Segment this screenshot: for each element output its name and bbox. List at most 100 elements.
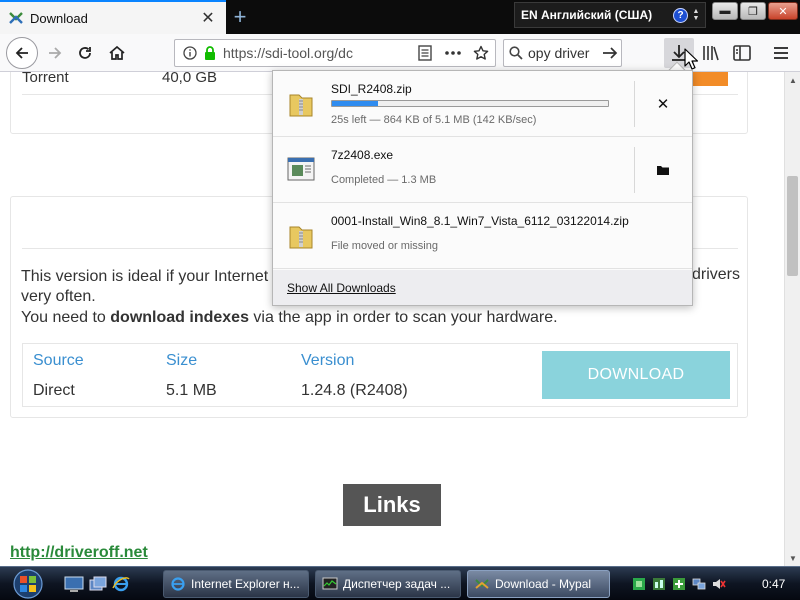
search-icon bbox=[504, 46, 528, 60]
divider bbox=[634, 81, 635, 127]
taskbar: Internet Explorer н... Диспетчер задач .… bbox=[0, 566, 800, 600]
vertical-scrollbar[interactable]: ▲ ▼ bbox=[784, 72, 800, 566]
search-go-icon[interactable] bbox=[599, 46, 621, 60]
tab-close-icon[interactable]: ✕ bbox=[196, 6, 220, 30]
download-progress-bar bbox=[331, 100, 609, 107]
back-button[interactable] bbox=[6, 37, 38, 69]
open-folder-icon[interactable] bbox=[647, 157, 679, 183]
new-tab-button[interactable]: + bbox=[226, 4, 254, 30]
exe-file-icon bbox=[287, 157, 315, 181]
download-filename: 0001-Install_Win8_8.1_Win7_Vista_6112_03… bbox=[331, 214, 629, 228]
library-icon bbox=[703, 46, 719, 61]
taskbar-item-label: Download - Mypal bbox=[495, 577, 592, 591]
driveroff-link[interactable]: http://driveroff.net bbox=[10, 544, 148, 562]
download-progress-fill bbox=[332, 101, 378, 106]
info-icon[interactable] bbox=[179, 46, 201, 60]
download-item[interactable]: SDI_R2408.zip 25s left — 864 KB of 5.1 M… bbox=[273, 71, 692, 137]
downloads-panel: SDI_R2408.zip 25s left — 864 KB of 5.1 M… bbox=[272, 70, 693, 306]
home-icon bbox=[109, 45, 125, 60]
start-orb-icon[interactable] bbox=[8, 568, 48, 600]
column-header-version: Version bbox=[301, 352, 355, 369]
tray-app-icon[interactable] bbox=[632, 577, 646, 591]
library-button[interactable] bbox=[696, 38, 726, 68]
download-status: File moved or missing bbox=[331, 240, 438, 252]
column-header-source: Source bbox=[33, 352, 84, 369]
mouse-cursor-icon bbox=[684, 48, 698, 70]
maximize-button[interactable]: ❐ bbox=[740, 2, 766, 20]
home-button[interactable] bbox=[102, 38, 132, 68]
site-favicon-icon bbox=[9, 12, 23, 24]
links-button[interactable]: Links bbox=[343, 484, 441, 526]
show-desktop-icon[interactable] bbox=[64, 575, 84, 593]
download-indexes-text: download indexes bbox=[110, 309, 249, 326]
tray-app-icon[interactable] bbox=[672, 577, 686, 591]
torrent-size: 40,0 GB bbox=[162, 72, 218, 86]
download-button[interactable]: DOWNLOAD bbox=[542, 351, 730, 399]
scroll-up-icon[interactable]: ▲ bbox=[785, 72, 800, 88]
taskbar-item-internet-explorer[interactable]: Internet Explorer н... bbox=[163, 570, 309, 598]
cancel-download-icon[interactable]: ✕ bbox=[647, 91, 679, 117]
search-bar[interactable]: opy driver bbox=[503, 39, 622, 67]
download-table: Source Size Version Direct 5.1 MB 1.24.8… bbox=[22, 343, 738, 407]
tray-app-icon[interactable] bbox=[652, 577, 666, 591]
language-bar-options-icon[interactable]: ▲ ▼ bbox=[691, 8, 701, 22]
sidebar-button[interactable] bbox=[727, 38, 757, 68]
help-icon[interactable]: ? bbox=[673, 7, 688, 23]
lock-icon[interactable] bbox=[201, 46, 219, 60]
search-input[interactable]: opy driver bbox=[528, 45, 599, 61]
minimize-button[interactable]: ▬ bbox=[712, 2, 738, 20]
download-filename: 7z2408.exe bbox=[331, 148, 394, 162]
show-all-downloads-label: Show All Downloads bbox=[287, 280, 396, 295]
cell-source: Direct bbox=[33, 382, 75, 399]
cell-size: 5.1 MB bbox=[166, 382, 217, 399]
cell-version: 1.24.8 (R2408) bbox=[301, 382, 408, 399]
download-item[interactable]: 0001-Install_Win8_8.1_Win7_Vista_6112_03… bbox=[273, 203, 692, 269]
task-manager-icon bbox=[322, 577, 338, 590]
forward-button[interactable] bbox=[40, 38, 70, 68]
download-filename: SDI_R2408.zip bbox=[331, 82, 412, 96]
description-line: You need to download indexes via the app… bbox=[21, 309, 558, 327]
tab-strip: Download ✕ + EN Английский (США) ? ▲ ▼ ▬ … bbox=[0, 0, 800, 34]
close-window-button[interactable]: ✕ bbox=[768, 2, 798, 20]
divider bbox=[634, 147, 635, 193]
tab-download[interactable]: Download ✕ bbox=[0, 0, 226, 34]
language-bar[interactable]: EN Английский (США) ? ▲ ▼ bbox=[514, 2, 706, 28]
reload-icon bbox=[79, 47, 91, 59]
description-text: You need to bbox=[21, 309, 111, 326]
taskbar-item-label: Internet Explorer н... bbox=[191, 577, 300, 591]
description-line: very often. bbox=[21, 288, 96, 305]
reader-view-icon[interactable] bbox=[411, 40, 439, 66]
bookmark-star-icon[interactable] bbox=[467, 40, 495, 66]
url-text[interactable]: https://sdi-tool.org/dc bbox=[219, 45, 411, 61]
reload-button[interactable] bbox=[70, 38, 100, 68]
show-all-downloads-button[interactable]: Show All Downloads bbox=[273, 270, 692, 305]
taskbar-item-task-manager[interactable]: Диспетчер задач ... bbox=[315, 570, 461, 598]
language-indicator[interactable]: EN Английский (США) bbox=[521, 8, 673, 22]
download-item[interactable]: 7z2408.exe Completed — 1.3 MB bbox=[273, 137, 692, 203]
torrent-label: Torrent bbox=[22, 72, 69, 86]
torrent-download-button[interactable] bbox=[690, 72, 728, 86]
volume-muted-icon[interactable] bbox=[712, 577, 726, 591]
taskbar-item-mypal[interactable]: Download - Mypal bbox=[467, 570, 610, 598]
scrollbar-thumb[interactable] bbox=[787, 176, 798, 276]
hamburger-menu-icon bbox=[774, 47, 788, 59]
download-status: Completed — 1.3 MB bbox=[331, 174, 437, 186]
download-status: 25s left — 864 KB of 5.1 MB (142 KB/sec) bbox=[331, 114, 537, 126]
column-header-size: Size bbox=[166, 352, 198, 369]
zip-file-icon bbox=[289, 94, 313, 117]
switch-windows-icon[interactable] bbox=[88, 575, 108, 593]
scroll-down-icon[interactable]: ▼ bbox=[785, 550, 800, 566]
tab-title: Download bbox=[30, 10, 88, 26]
url-bar[interactable]: https://sdi-tool.org/dc bbox=[174, 39, 496, 67]
ie-icon bbox=[171, 577, 185, 591]
back-icon bbox=[15, 47, 28, 59]
menu-button[interactable] bbox=[766, 38, 796, 68]
clock: 0:47 bbox=[762, 577, 786, 591]
description-text: via the app in order to scan your hardwa… bbox=[248, 309, 558, 326]
mypal-icon bbox=[475, 579, 489, 589]
internet-explorer-icon[interactable] bbox=[111, 575, 131, 593]
page-actions-icon[interactable] bbox=[439, 40, 467, 66]
sidebar-icon bbox=[733, 45, 751, 61]
network-icon[interactable] bbox=[692, 577, 706, 591]
zip-file-icon bbox=[289, 226, 313, 249]
